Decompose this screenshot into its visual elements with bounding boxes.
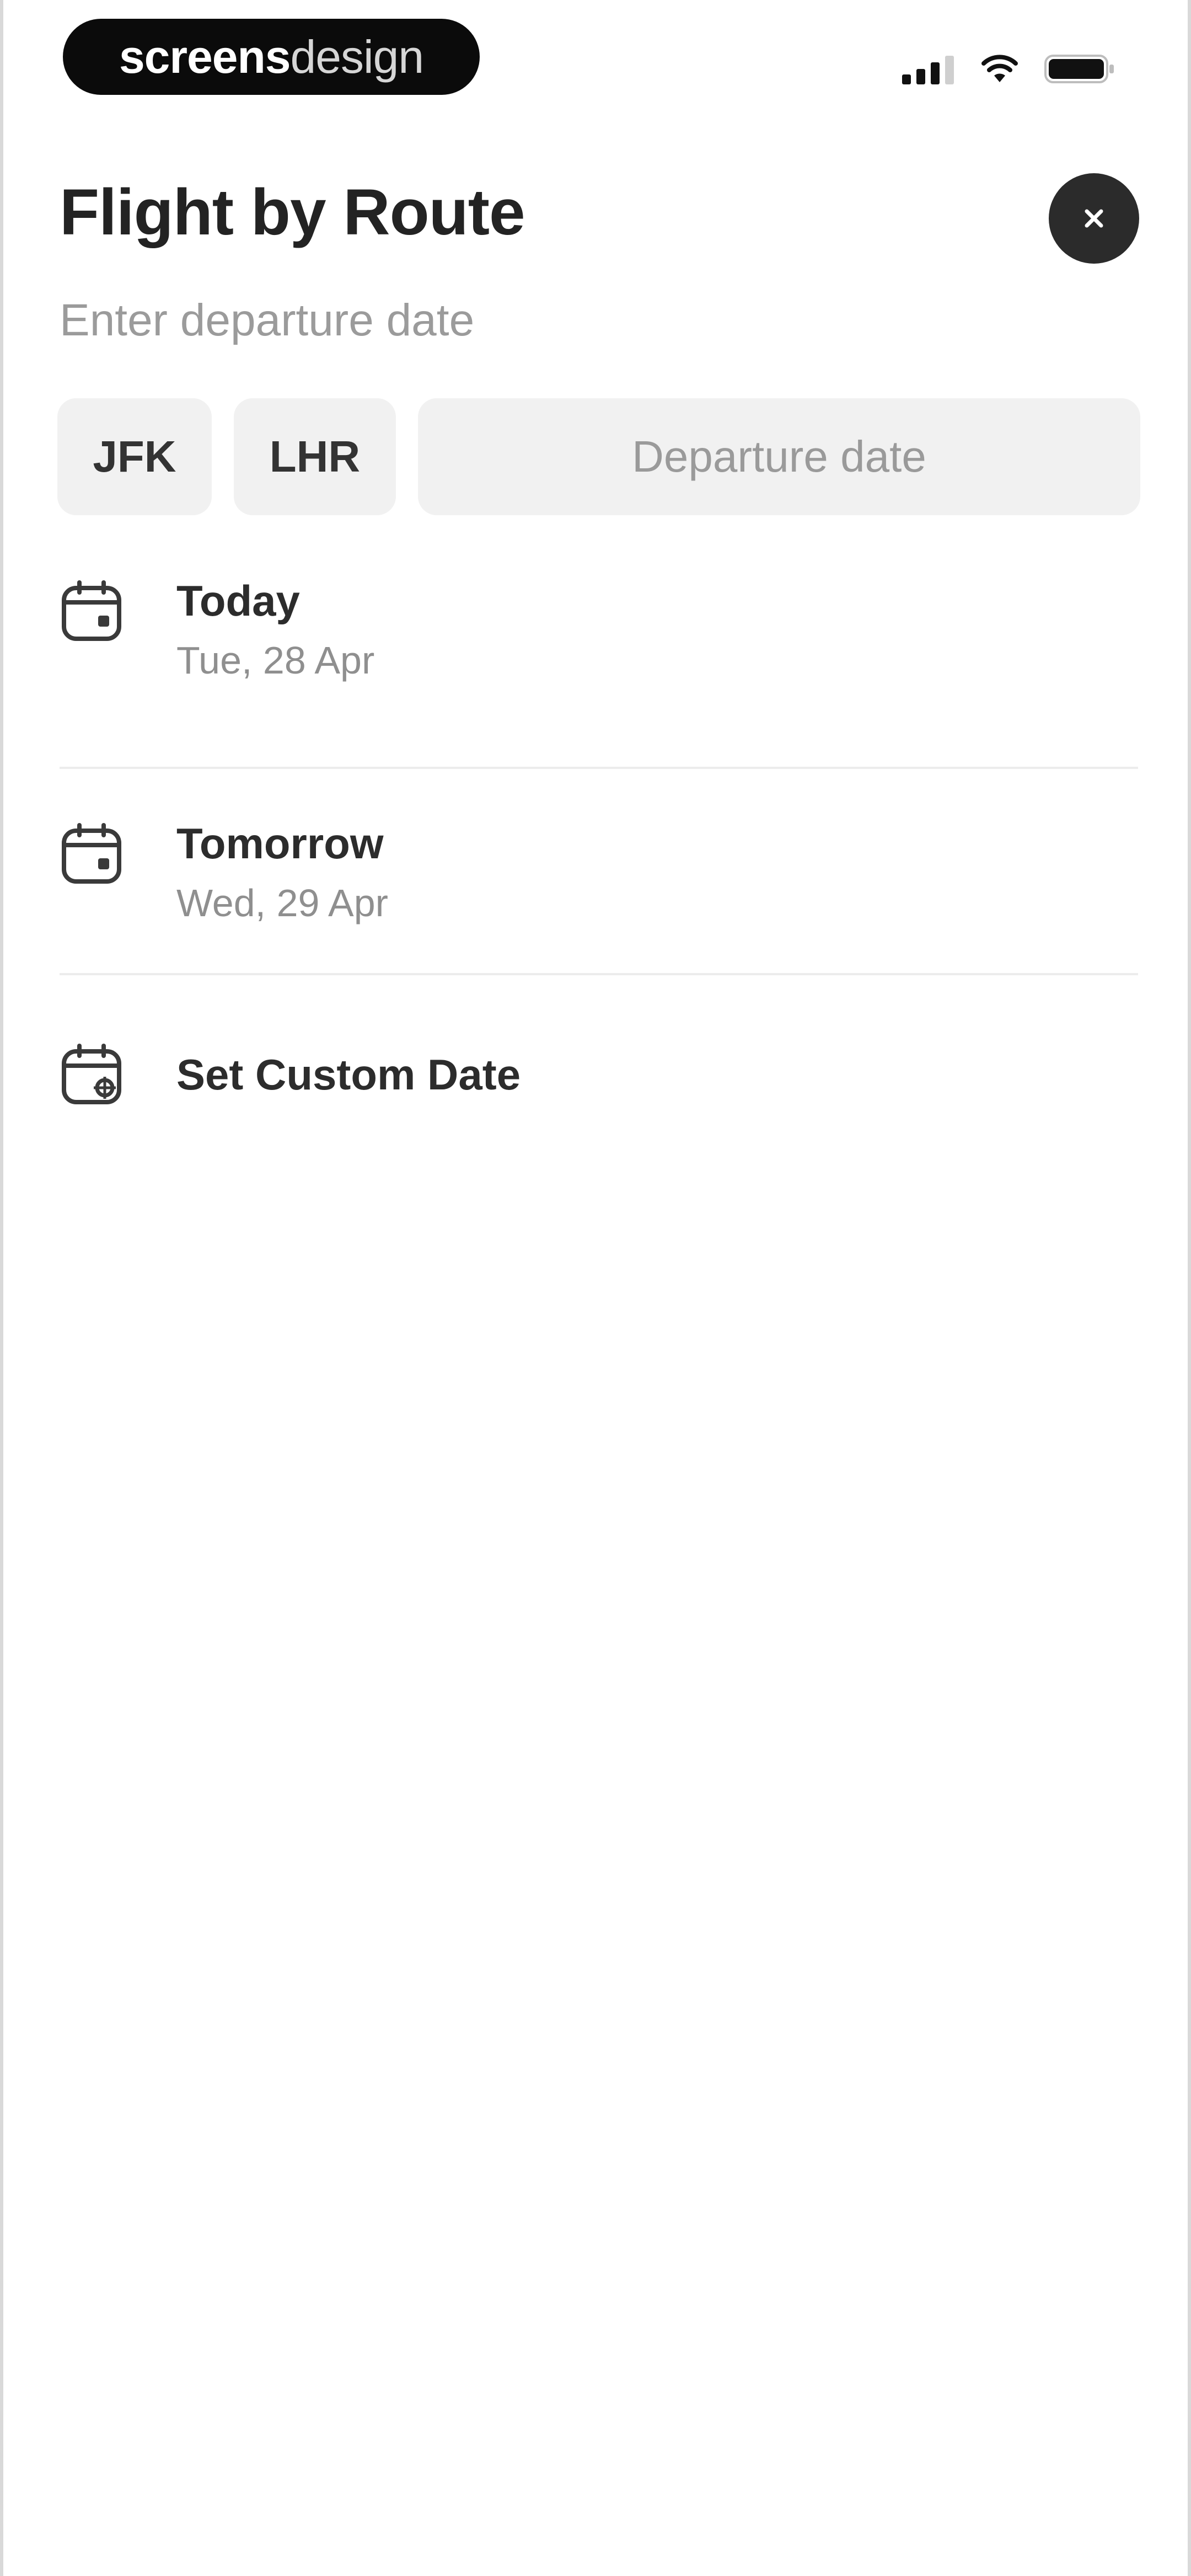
brand-text-secondary: design — [290, 30, 425, 83]
calendar-icon — [60, 579, 124, 643]
calendar-icon — [60, 822, 124, 886]
date-options-list: Today Tue, 28 Apr Tomorrow Wed, 29 Apr S… — [60, 579, 1138, 1119]
route-selector: JFK LHR Departure date — [57, 398, 1140, 515]
date-option-label: Tomorrow — [176, 819, 384, 868]
date-option-label: Today — [176, 576, 300, 625]
date-option-today[interactable]: Today Tue, 28 Apr — [60, 579, 1138, 767]
page-subtitle: Enter departure date — [60, 295, 475, 345]
departure-date-field[interactable]: Departure date — [418, 398, 1140, 515]
cellular-signal-icon — [902, 56, 954, 84]
calendar-custom-icon — [60, 1043, 124, 1107]
origin-airport-chip[interactable]: JFK — [57, 398, 212, 515]
app-screen: screens design Flight by Route Enter depa… — [0, 0, 1191, 2576]
brand-text-primary: screens — [119, 30, 291, 83]
date-option-tomorrow[interactable]: Tomorrow Wed, 29 Apr — [60, 769, 1138, 973]
close-button[interactable] — [1049, 173, 1139, 264]
wifi-icon — [981, 55, 1018, 82]
brand-logo: screens design — [63, 19, 480, 95]
date-option-custom[interactable]: Set Custom Date — [60, 975, 1138, 1119]
date-option-label: Set Custom Date — [176, 1050, 521, 1099]
page-title: Flight by Route — [60, 176, 525, 249]
destination-airport-chip[interactable]: LHR — [234, 398, 396, 515]
status-icons — [902, 50, 1116, 88]
date-option-date: Tue, 28 Apr — [176, 639, 375, 682]
status-bar: screens design — [3, 0, 1188, 116]
close-icon — [1085, 209, 1103, 228]
battery-icon — [1044, 55, 1114, 83]
date-option-date: Wed, 29 Apr — [176, 881, 388, 924]
